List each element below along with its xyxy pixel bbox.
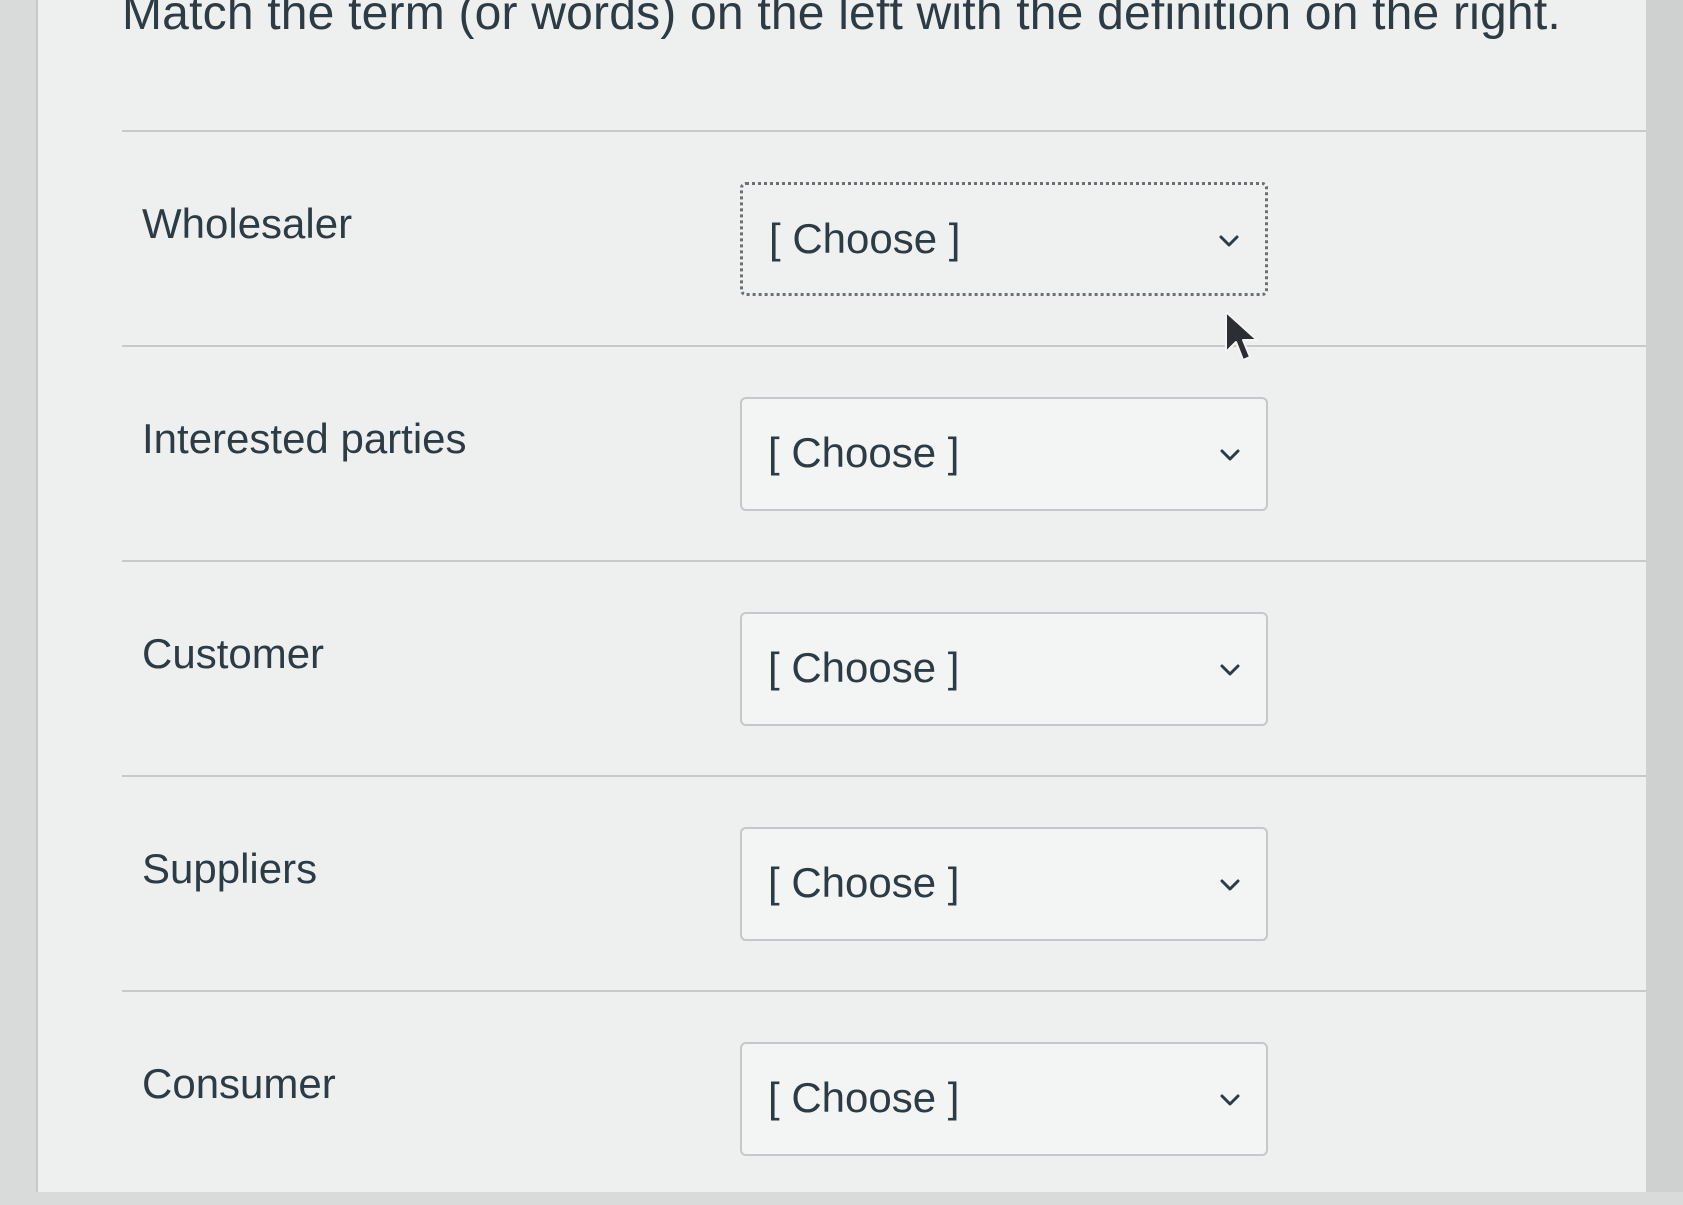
match-list: Wholesaler [ Choose ] Interested parties… — [122, 130, 1652, 1205]
definition-select-wholesaler[interactable]: [ Choose ] — [740, 182, 1268, 296]
question-text: Match the term (or words) on the left wi… — [122, 0, 1561, 40]
definition-select-consumer[interactable]: [ Choose ] — [740, 1042, 1268, 1156]
match-row-consumer: Consumer [ Choose ] — [122, 992, 1652, 1205]
definition-select-interested-parties[interactable]: [ Choose ] — [740, 397, 1268, 511]
select-value: [ Choose ] — [769, 215, 961, 262]
match-row-interested-parties: Interested parties [ Choose ] — [122, 347, 1652, 560]
select-value: [ Choose ] — [768, 859, 960, 906]
chevron-down-icon — [1220, 879, 1240, 891]
term-label-customer: Customer — [142, 630, 325, 677]
match-row-wholesaler: Wholesaler [ Choose ] — [122, 132, 1652, 345]
screen: Match the term (or words) on the left wi… — [36, 0, 1652, 1192]
mouse-cursor-icon — [1225, 311, 1258, 361]
chevron-down-icon — [1220, 449, 1240, 461]
term-label-suppliers: Suppliers — [142, 845, 318, 892]
chevron-down-icon — [1220, 664, 1240, 676]
select-value: [ Choose ] — [768, 644, 960, 691]
term-label-consumer: Consumer — [142, 1060, 336, 1107]
screen-edge — [1646, 0, 1683, 1192]
definition-select-suppliers[interactable]: [ Choose ] — [740, 827, 1268, 941]
term-label-interested-parties: Interested parties — [142, 415, 467, 462]
select-value: [ Choose ] — [768, 1074, 960, 1121]
term-label-wholesaler: Wholesaler — [142, 200, 353, 247]
match-row-suppliers: Suppliers [ Choose ] — [122, 777, 1652, 990]
match-row-customer: Customer [ Choose ] — [122, 562, 1652, 775]
chevron-down-icon — [1219, 235, 1239, 247]
definition-select-customer[interactable]: [ Choose ] — [740, 612, 1268, 726]
chevron-down-icon — [1220, 1094, 1240, 1106]
select-value: [ Choose ] — [768, 429, 960, 476]
